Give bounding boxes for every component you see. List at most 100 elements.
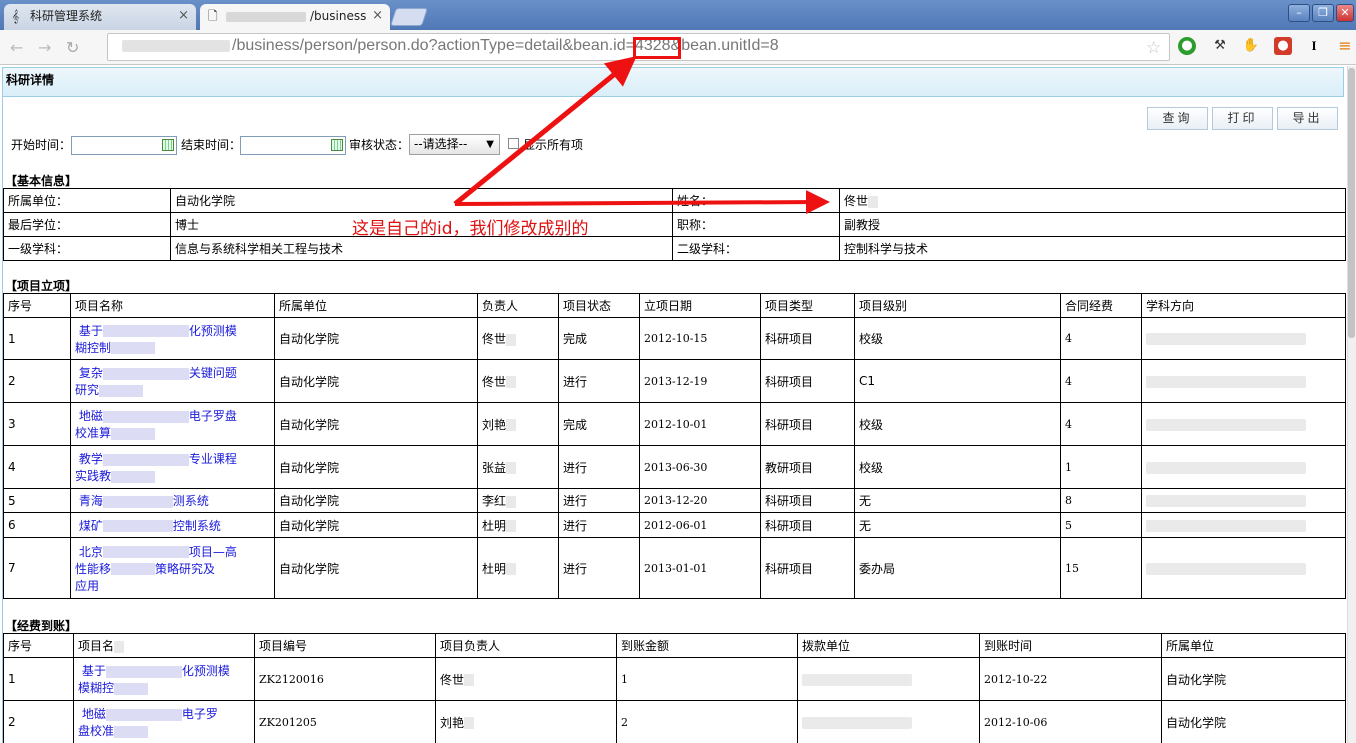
- project-name-link[interactable]: 青海 测系统: [75, 494, 209, 508]
- forward-arrow-icon[interactable]: →: [38, 38, 51, 57]
- column-header: 项目编号: [254, 633, 436, 658]
- table-row: 所属单位： 自动化学院 姓名： 佟世: [3, 188, 1346, 213]
- wrench-icon[interactable]: ⚒: [1211, 37, 1229, 55]
- bookmark-star-icon[interactable]: ☆: [1146, 38, 1161, 58]
- table-row: 2 地磁 电子罗 盘校准 ZK201205 刘艳 2 2012-10-06 自动化学院: [3, 700, 1346, 743]
- funding-table: 序号 项目名 项目编号 项目负责人 到账金额 拨款单位 到账时间 所属单位 1 …: [3, 633, 1346, 743]
- project-name-link[interactable]: 北京 项目—高 性能移 策略研究及 应用: [75, 545, 237, 593]
- column-header: 拨款单位: [797, 633, 980, 658]
- status-cell: 进行: [558, 359, 640, 403]
- green-circle-icon[interactable]: ●: [1178, 37, 1196, 55]
- redaction: [111, 427, 156, 440]
- project-name-link[interactable]: 教学 专业课程 实践教: [75, 452, 237, 483]
- redaction: [102, 520, 173, 532]
- close-window-button[interactable]: ✕: [1336, 4, 1354, 22]
- info-key: 二级学科：: [672, 236, 840, 261]
- reload-icon[interactable]: ↻: [66, 38, 79, 57]
- date-cell: 2012-10-01: [639, 402, 761, 446]
- row-number: 6: [3, 512, 71, 538]
- tab-business[interactable]: 🗋 /business ×: [200, 4, 390, 30]
- level-cell: 校级: [854, 445, 1061, 489]
- basic-info-title: 【基本信息】: [5, 174, 78, 188]
- end-time-input[interactable]: [240, 136, 346, 155]
- level-cell: 校级: [854, 317, 1061, 360]
- new-tab-button[interactable]: [390, 8, 428, 26]
- redaction: [506, 520, 517, 532]
- glove-icon[interactable]: ✋: [1242, 37, 1260, 55]
- show-all-checkbox[interactable]: [508, 138, 519, 149]
- end-time-label: 结束时间：: [181, 138, 242, 152]
- tab-strip: 𝄞 科研管理系统 × 🗋 /business × – ❐ ✕: [0, 0, 1356, 30]
- status-cell: 进行: [558, 488, 640, 513]
- discipline-cell: [1141, 402, 1346, 446]
- leader-cell: 杜明: [477, 537, 559, 599]
- discipline-cell: [1141, 537, 1346, 599]
- grantor-cell: [797, 700, 980, 743]
- red-badge-icon[interactable]: ●: [1274, 37, 1292, 55]
- cursor-i-icon[interactable]: I: [1305, 37, 1323, 55]
- print-button[interactable]: 打印: [1212, 107, 1273, 130]
- project-name-link[interactable]: 基于 化预测模 糊控制: [75, 324, 237, 355]
- start-time-input[interactable]: [71, 136, 177, 155]
- discipline-cell: [1141, 488, 1346, 513]
- query-button[interactable]: 查询: [1147, 107, 1208, 130]
- unit-cell: 自动化学院: [274, 537, 478, 599]
- type-cell: 科研项目: [760, 402, 855, 446]
- table-row: 7 北京 项目—高 性能移 策略研究及 应用 自动化学院 杜明 进行 2013-01-01 科研项…: [3, 537, 1346, 599]
- project-name-link[interactable]: 地磁 电子罗盘 校准算: [75, 409, 237, 440]
- redaction: [1146, 375, 1306, 388]
- page-scrollbar[interactable]: [1347, 66, 1356, 743]
- grantor-cell: [797, 657, 980, 701]
- project-name-link[interactable]: 基于 化预测模 模糊控: [78, 664, 230, 695]
- unit-cell: 自动化学院: [274, 512, 478, 538]
- project-name-link[interactable]: 复杂 关键问题 研究: [75, 366, 237, 397]
- leader-cell: 李红: [477, 488, 559, 513]
- type-cell: 教研项目: [760, 445, 855, 489]
- fund-cell: 4: [1060, 317, 1142, 360]
- redaction: [1146, 418, 1306, 431]
- leader-cell: 刘艳: [477, 402, 559, 446]
- discipline-cell: [1141, 445, 1346, 489]
- calendar-icon[interactable]: [331, 139, 343, 151]
- scroll-thumb[interactable]: [1348, 68, 1355, 338]
- column-header: 到账时间: [979, 633, 1162, 658]
- status-select[interactable]: --请选择-- ▼: [409, 134, 500, 155]
- project-name-link[interactable]: 地磁 电子罗 盘校准: [78, 707, 218, 738]
- calendar-icon[interactable]: [162, 139, 174, 151]
- redaction: [506, 495, 517, 508]
- type-cell: 科研项目: [760, 359, 855, 403]
- annotation-highlight-box: [633, 37, 681, 59]
- redaction: [102, 325, 189, 337]
- unit-cell: 自动化学院: [274, 317, 478, 360]
- table-row: 6 煤矿 控制系统 自动化学院 杜明 进行 2012-06-01 科研项目无 5: [3, 512, 1346, 538]
- back-arrow-icon[interactable]: ←: [10, 38, 23, 57]
- tab-research-system[interactable]: 𝄞 科研管理系统 ×: [4, 4, 196, 30]
- redaction: [111, 563, 156, 575]
- redacted-host: [226, 11, 306, 22]
- date-cell: 2012-06-01: [639, 512, 761, 538]
- fund-cell: 5: [1060, 512, 1142, 538]
- leader-cell: 张益: [477, 445, 559, 489]
- column-header: 序号: [3, 633, 74, 658]
- status-cell: 进行: [558, 537, 640, 599]
- projects-title: 【项目立项】: [5, 279, 78, 293]
- tab-close-icon[interactable]: ×: [178, 4, 189, 28]
- status-label: 审核状态：: [349, 138, 410, 152]
- tab-close-icon[interactable]: ×: [372, 4, 383, 28]
- restore-button[interactable]: ❐: [1312, 4, 1334, 22]
- redaction: [102, 495, 173, 508]
- project-name-link[interactable]: 煤矿 控制系统: [75, 519, 221, 533]
- export-button[interactable]: 导出: [1277, 107, 1338, 130]
- table-row: 3 地磁 电子罗盘 校准算 自动化学院 刘艳 完成 2012-10-01 科研项目 校级 4: [3, 402, 1346, 446]
- info-value: 自动化学院: [170, 188, 673, 213]
- redaction: [102, 546, 189, 558]
- column-header: 项目负责人: [435, 633, 617, 658]
- info-key: 职称：: [672, 212, 840, 237]
- row-number: 2: [3, 359, 71, 403]
- row-number: 7: [3, 537, 71, 599]
- fund-cell: 4: [1060, 402, 1142, 446]
- column-header: 项目级别: [854, 293, 1061, 318]
- minimize-button[interactable]: –: [1288, 4, 1310, 22]
- info-key: 最后学位：: [3, 212, 171, 237]
- menu-icon[interactable]: ≡: [1336, 37, 1354, 55]
